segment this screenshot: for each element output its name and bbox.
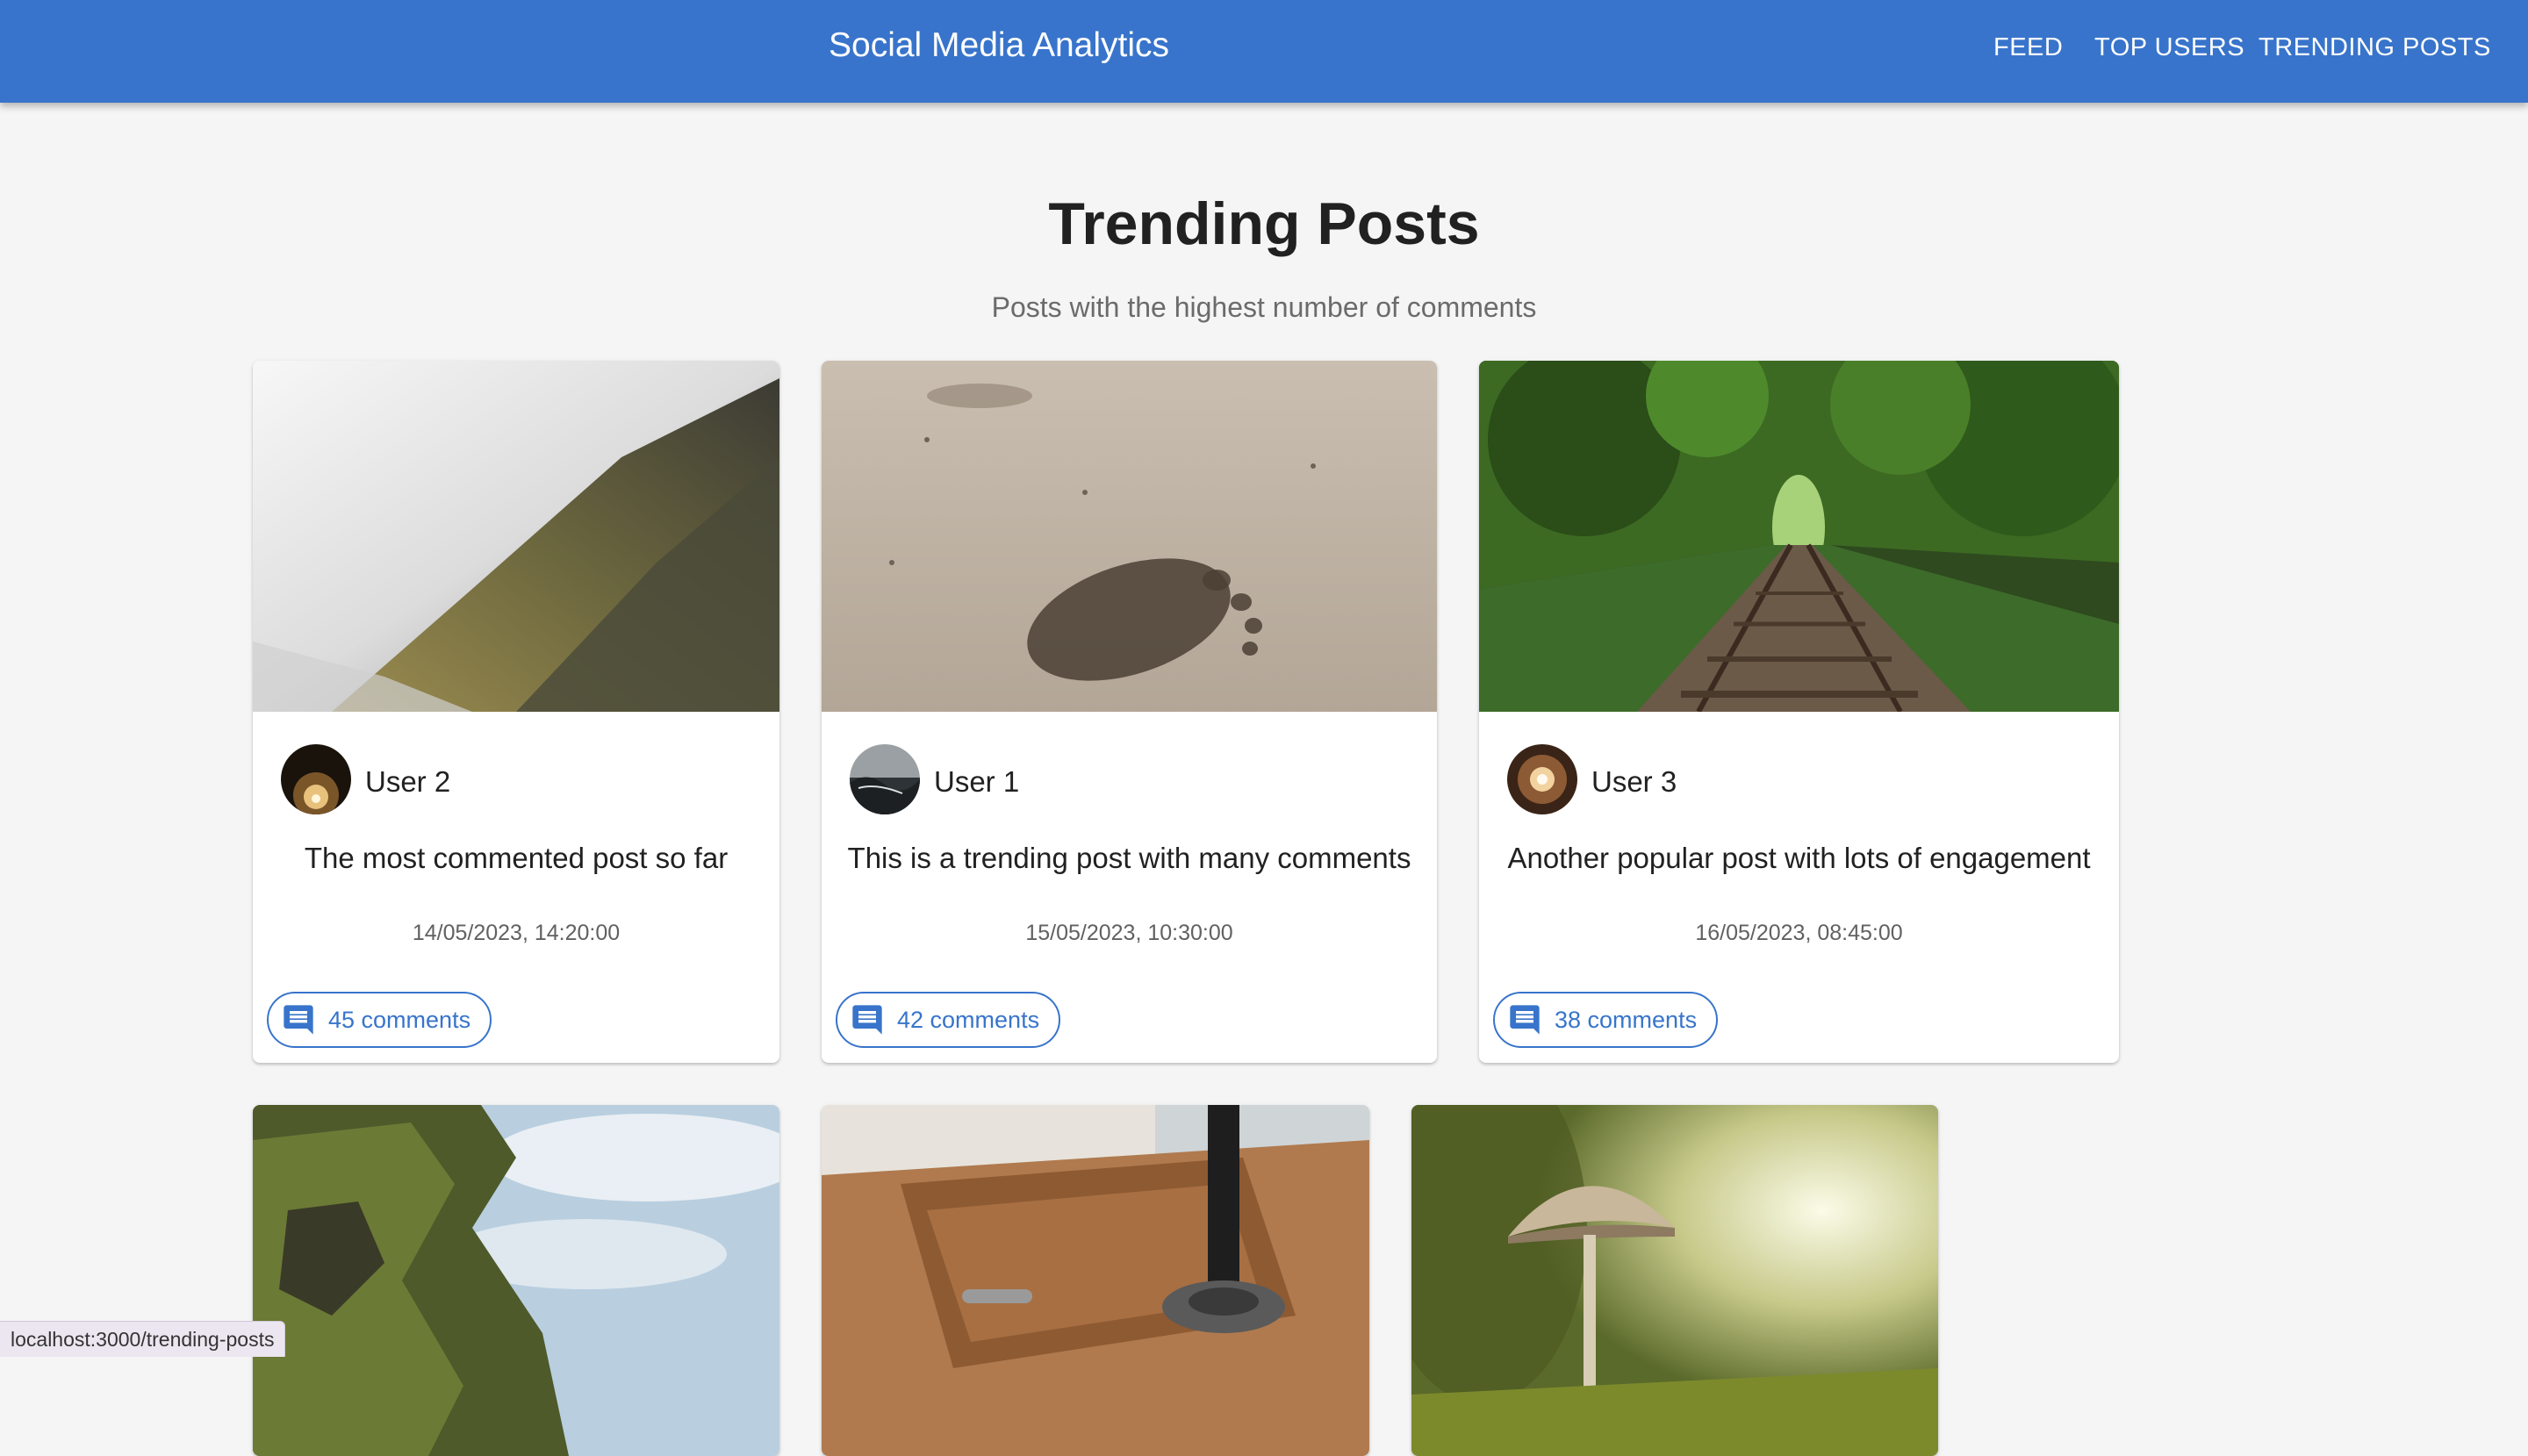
app-bar: Social Media Analytics FEED TOP USERS TR… [0, 0, 2528, 103]
nav-top-users[interactable]: TOP USERS [2094, 33, 2244, 62]
post-card: User 2 The most commented post so far 14… [253, 361, 779, 1063]
page-title: Trending Posts [1048, 190, 1480, 257]
post-card: User 3 Another popular post with lots of… [1479, 361, 2119, 1063]
post-image-leather-notebook [822, 1105, 1369, 1456]
nav-trending-posts[interactable]: TRENDING POSTS [2259, 33, 2491, 62]
post-image-misty-forest [253, 361, 779, 712]
page-subtitle: Posts with the highest number of comment… [991, 291, 1537, 323]
post-date: 16/05/2023, 08:45:00 [1695, 921, 1903, 945]
post-text: Another popular post with lots of engage… [1507, 842, 2091, 874]
post-image-coastal-cliff [253, 1105, 779, 1456]
comments-count: 45 comments [328, 1006, 471, 1033]
post-card [1411, 1105, 1938, 1456]
comments-count: 42 comments [897, 1006, 1040, 1033]
comment-icon [284, 1005, 313, 1035]
comments-count-button[interactable]: 38 comments [1493, 992, 1719, 1048]
nav-feed[interactable]: FEED [1993, 33, 2063, 62]
comment-icon [852, 1005, 882, 1035]
comments-count-button[interactable]: 42 comments [836, 992, 1061, 1048]
avatar [850, 744, 920, 814]
post-text: This is a trending post with many commen… [847, 842, 1411, 874]
comment-icon [1510, 1005, 1540, 1035]
user-name: User 3 [1591, 765, 1677, 798]
post-text: The most commented post so far [304, 842, 729, 874]
post-card: User 1 This is a trending post with many… [822, 361, 1437, 1063]
post-image-railway [1479, 361, 2119, 712]
post-card [253, 1105, 779, 1456]
comments-count-button[interactable]: 45 comments [267, 992, 492, 1048]
status-bar-url: localhost:3000/trending-posts [0, 1321, 286, 1357]
user-name: User 1 [934, 765, 1020, 798]
avatar [281, 744, 351, 814]
post-date: 15/05/2023, 10:30:00 [1025, 921, 1233, 945]
post-card [822, 1105, 1369, 1456]
user-name: User 2 [365, 765, 451, 798]
comments-count: 38 comments [1555, 1006, 1698, 1033]
app-title: Social Media Analytics [829, 26, 1170, 64]
post-image-mushroom [1411, 1105, 1938, 1456]
post-date: 14/05/2023, 14:20:00 [412, 921, 621, 945]
post-image-footprint [822, 361, 1437, 712]
avatar [1507, 744, 1577, 814]
